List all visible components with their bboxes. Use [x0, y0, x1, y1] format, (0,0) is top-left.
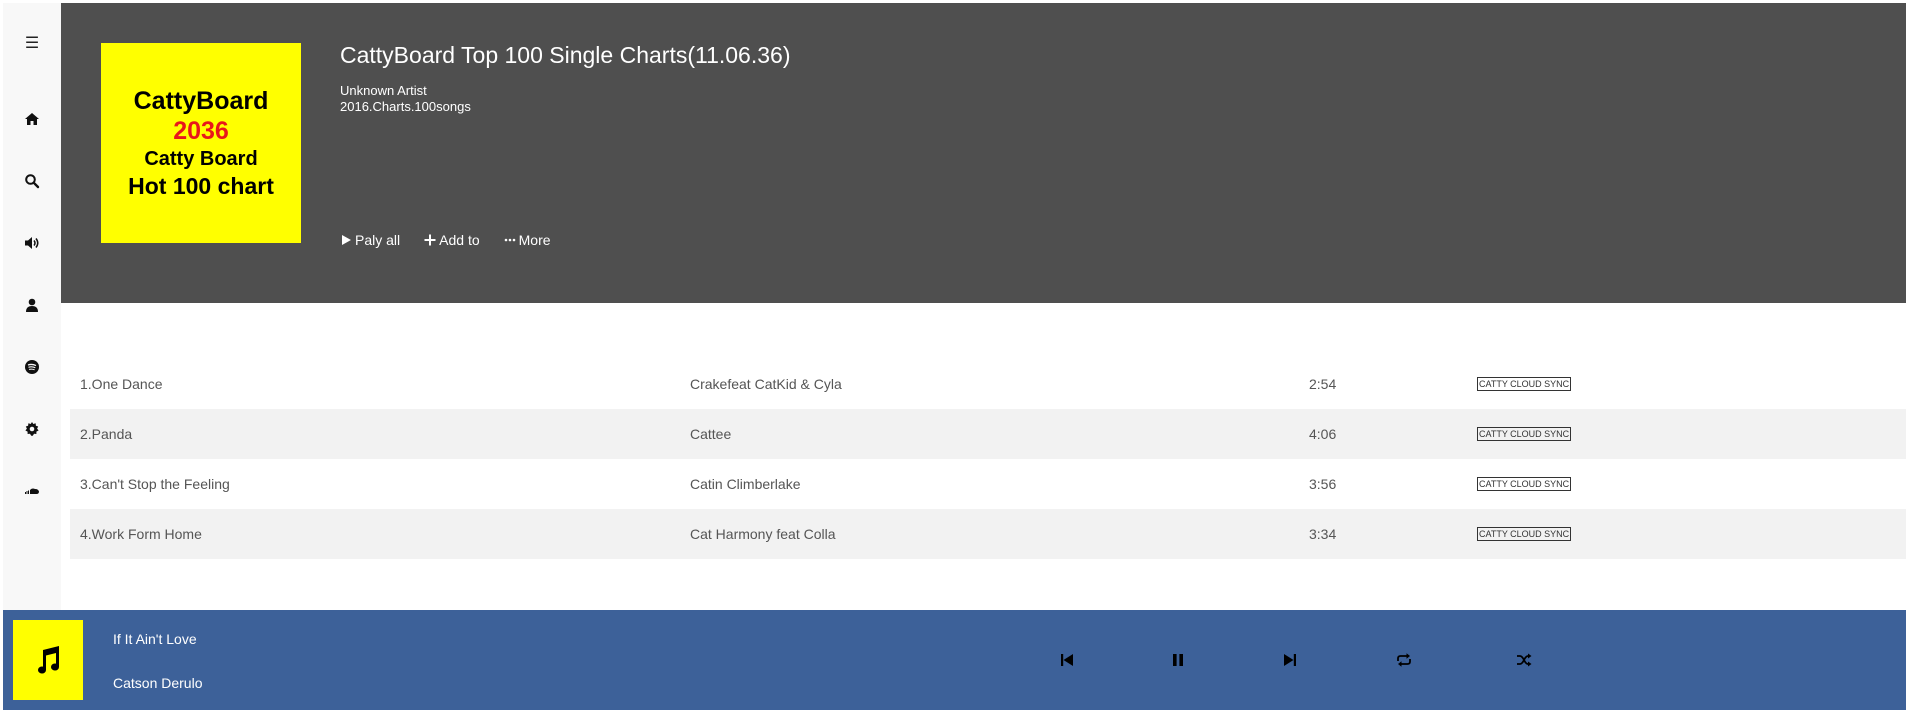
spotify-button[interactable]: [3, 347, 61, 387]
cover-chart-name: Hot 100 chart: [128, 173, 274, 199]
plus-icon: [424, 234, 436, 246]
pause-icon: [1173, 654, 1183, 666]
now-playing-art: [13, 620, 83, 700]
track-artist[interactable]: Cat Harmony feat Colla: [690, 509, 836, 559]
add-to-label: Add to: [439, 232, 480, 248]
track-list: 1.One Dance Crakefeat CatKid & Cyla 2:54…: [70, 359, 1906, 559]
track-row[interactable]: 3.Can't Stop the Feeling Catin Climberla…: [70, 459, 1906, 509]
shuffle-button[interactable]: [1514, 650, 1534, 670]
track-artist[interactable]: Cattee: [690, 409, 731, 459]
album-header: CattyBoard 2036 Catty Board Hot 100 char…: [61, 3, 1906, 303]
volume-button[interactable]: [3, 223, 61, 263]
cloud-sync-badge: CATTY CLOUD SYNC: [1477, 377, 1572, 391]
cloud-sync-badge: CATTY CLOUD SYNC: [1477, 527, 1572, 541]
cover-year: 2036: [173, 117, 229, 145]
album-description: 2016.Charts.100songs: [340, 99, 471, 114]
music-note-icon: [38, 646, 59, 674]
volume-icon: [25, 237, 39, 249]
album-actions: Paly all Add to More: [340, 232, 551, 248]
album-cover: CattyBoard 2036 Catty Board Hot 100 char…: [101, 43, 301, 243]
track-title[interactable]: 4.Work Form Home: [80, 509, 202, 559]
repeat-button[interactable]: [1394, 650, 1414, 670]
sidebar: ☰: [3, 3, 61, 610]
user-icon: [26, 298, 38, 312]
previous-button[interactable]: [1057, 650, 1077, 670]
player-bar: If It Ain't Love Catson Derulo: [3, 610, 1906, 710]
cloud-sync-badge: CATTY CLOUD SYNC: [1477, 477, 1572, 491]
home-button[interactable]: [3, 99, 61, 139]
spotify-icon: [25, 360, 39, 374]
next-button[interactable]: [1280, 650, 1300, 670]
track-title[interactable]: 3.Can't Stop the Feeling: [80, 459, 230, 509]
track-duration: 3:56: [1309, 476, 1337, 492]
search-icon: [25, 174, 40, 189]
now-playing-title: If It Ain't Love: [113, 631, 197, 647]
cover-brand: CattyBoard: [133, 87, 269, 115]
track-duration: 4:06: [1309, 426, 1337, 442]
menu-icon: ☰: [24, 35, 40, 52]
more-button[interactable]: More: [504, 232, 551, 248]
track-row[interactable]: 2.Panda Cattee 4:06 CATTY CLOUD SYNC: [70, 409, 1906, 459]
album-title: CattyBoard Top 100 Single Charts(11.06.3…: [340, 42, 791, 68]
album-artist: Unknown Artist: [340, 83, 427, 98]
soundcloud-icon: [25, 488, 39, 494]
pause-button[interactable]: [1168, 650, 1188, 670]
track-artist[interactable]: Catin Climberlake: [690, 459, 800, 509]
play-all-label: Paly all: [355, 232, 401, 248]
ellipsis-icon: [504, 238, 515, 242]
soundcloud-button[interactable]: [3, 471, 61, 511]
track-row[interactable]: 4.Work Form Home Cat Harmony feat Colla …: [70, 509, 1906, 559]
home-icon: [25, 113, 39, 125]
add-to-button[interactable]: Add to: [424, 232, 480, 248]
track-title[interactable]: 2.Panda: [80, 409, 132, 459]
menu-button[interactable]: ☰: [3, 23, 61, 63]
repeat-icon: [1397, 653, 1411, 667]
skip-back-icon: [1061, 654, 1073, 666]
track-duration: 3:34: [1309, 526, 1337, 542]
now-playing-artist: Catson Derulo: [113, 675, 203, 691]
track-row[interactable]: 1.One Dance Crakefeat CatKid & Cyla 2:54…: [70, 359, 1906, 409]
profile-button[interactable]: [3, 285, 61, 325]
play-icon: [342, 235, 351, 245]
more-label: More: [518, 232, 551, 248]
shuffle-icon: [1517, 653, 1532, 667]
cover-subtitle: Catty Board: [144, 148, 258, 170]
track-duration: 2:54: [1309, 376, 1337, 392]
search-button[interactable]: [3, 161, 61, 201]
gear-icon: [25, 422, 39, 436]
track-title[interactable]: 1.One Dance: [80, 359, 163, 409]
track-artist[interactable]: Crakefeat CatKid & Cyla: [690, 359, 842, 409]
cloud-sync-badge: CATTY CLOUD SYNC: [1477, 427, 1572, 441]
play-all-button[interactable]: Paly all: [340, 232, 400, 248]
settings-button[interactable]: [3, 409, 61, 449]
skip-forward-icon: [1284, 654, 1296, 666]
